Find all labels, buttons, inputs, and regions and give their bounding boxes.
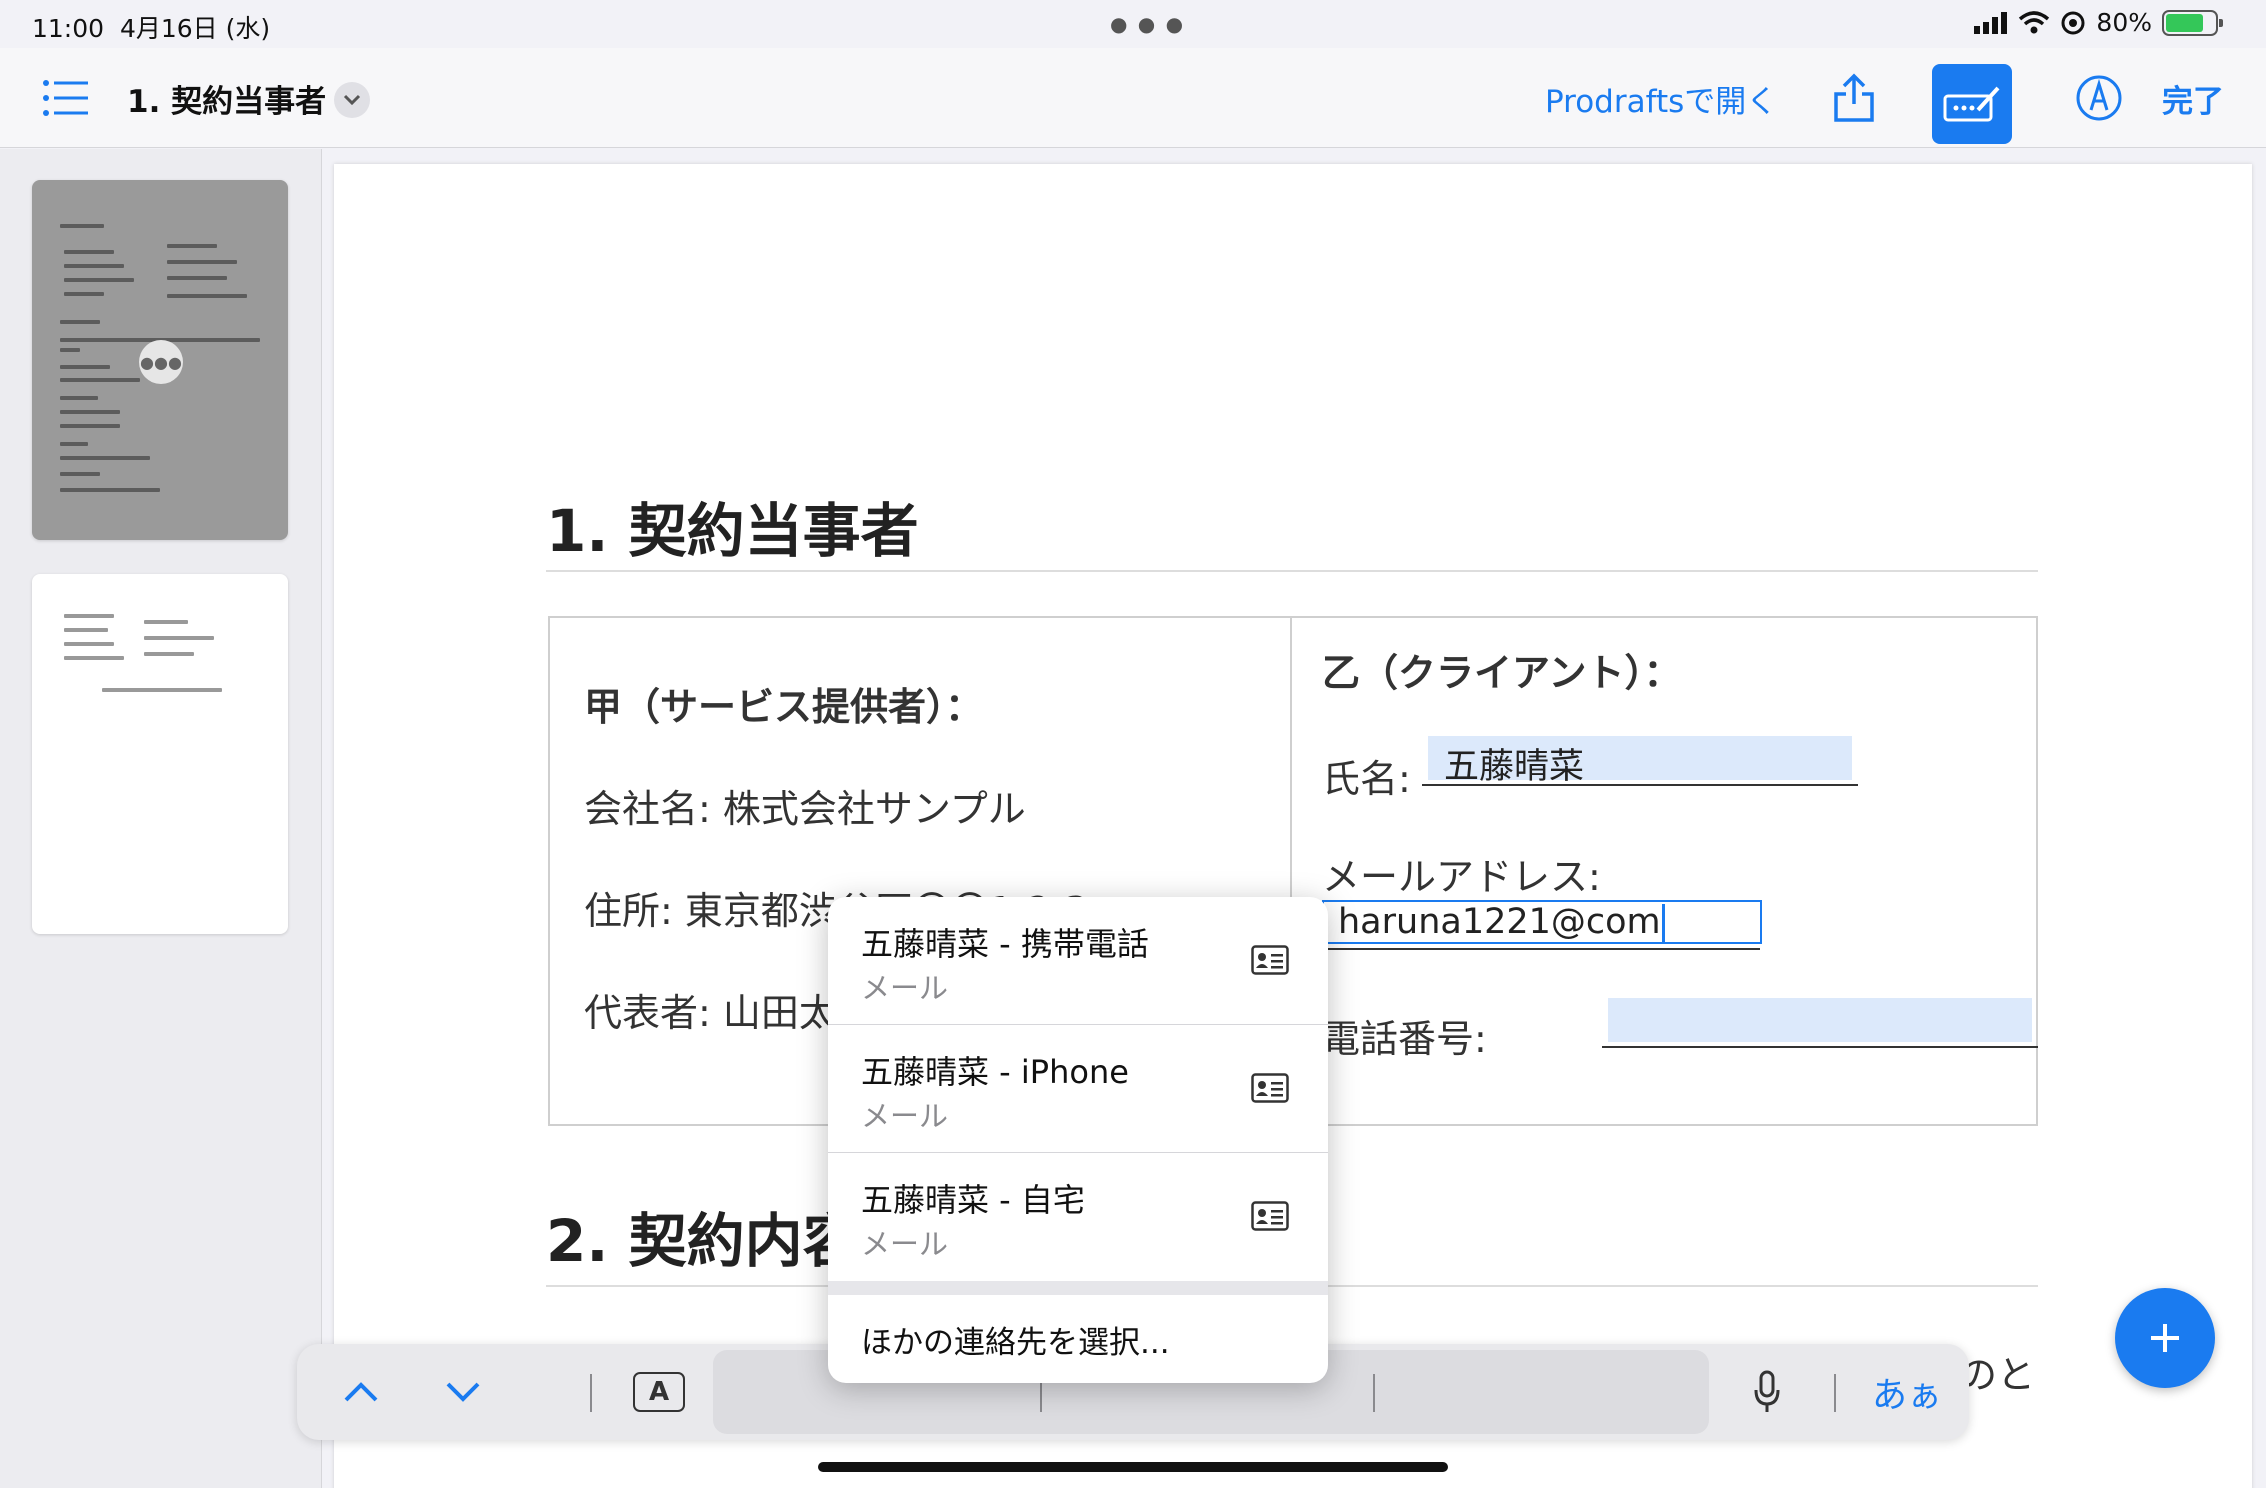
phone-field-fill	[1608, 998, 2032, 1042]
text-caret	[1661, 904, 1665, 942]
autofill-option-type: メール	[861, 1099, 949, 1133]
contact-card-icon	[1251, 1201, 1289, 1231]
name-field-value: 五藤晴菜	[1444, 747, 1585, 787]
status-icons: 80%	[1974, 8, 2223, 37]
phone-label: 電話番号:	[1322, 1017, 1487, 1061]
separator	[1373, 1374, 1375, 1412]
contact-card-icon	[1251, 945, 1289, 975]
text-format-icon: A	[633, 1372, 685, 1412]
party-a-company: 会社名: 株式会社サンプル	[584, 787, 1026, 831]
battery-percent: 80%	[2096, 8, 2152, 37]
previous-field-button[interactable]	[337, 1368, 385, 1416]
autofill-option[interactable]: 五藤晴菜 - 自宅 メール	[828, 1153, 1328, 1281]
microphone-icon	[1754, 1370, 1780, 1412]
add-button[interactable]	[2115, 1288, 2215, 1388]
choose-other-contact-button[interactable]: ほかの連絡先を選択...	[861, 1317, 1170, 1362]
autofill-option-type: メール	[861, 1227, 949, 1261]
cellular-signal-icon	[1974, 11, 2008, 34]
form-pen-icon	[1943, 86, 2000, 122]
page-thumbnail-sidebar: ●●●	[0, 149, 322, 1488]
autofill-option-name: 五藤晴菜 - 自宅	[861, 1181, 1085, 1219]
keyboard-language-button[interactable]: あぁ	[1872, 1368, 1942, 1416]
section-1-rule	[546, 570, 2038, 572]
battery-icon	[2162, 9, 2223, 36]
popup-separator	[828, 1281, 1328, 1295]
party-a-heading: 甲（サービス提供者）：	[584, 685, 984, 729]
multitasking-dots-icon[interactable]: ● ● ●	[1110, 12, 1185, 36]
contact-card-icon	[1251, 1073, 1289, 1103]
page-thumbnail-2[interactable]	[32, 574, 288, 934]
body-text-fragment: のと	[1959, 1353, 2036, 1397]
party-b-heading: 乙（クライアント）：	[1322, 651, 1682, 695]
document-title[interactable]: 1. 契約当事者	[127, 76, 326, 121]
autofill-option-name: 五藤晴菜 - 携帯電話	[861, 925, 1149, 963]
autofill-option[interactable]: 五藤晴菜 - iPhone メール	[828, 1025, 1328, 1153]
email-field-value: haruna1221@com	[1338, 902, 1665, 942]
autofill-option-name: 五藤晴菜 - iPhone	[861, 1053, 1129, 1091]
list-icon[interactable]	[42, 78, 90, 118]
contact-autofill-popup: 五藤晴菜 - 携帯電話 メール 五藤晴菜 - iPhone メール 五藤晴菜 -…	[828, 897, 1328, 1383]
thumbnail-more-icon[interactable]: ●●●	[139, 340, 183, 384]
orientation-lock-icon	[2061, 11, 2085, 34]
home-indicator[interactable]	[818, 1462, 1448, 1472]
chevron-down-icon	[343, 94, 361, 106]
next-field-button[interactable]	[439, 1368, 487, 1416]
section-1-heading: 1. 契約当事者	[546, 497, 919, 565]
separator	[590, 1374, 592, 1412]
separator	[1834, 1374, 1836, 1412]
plus-icon	[2151, 1324, 2179, 1352]
battery-fill	[2166, 13, 2203, 32]
title-menu-button[interactable]	[334, 82, 370, 118]
done-button[interactable]: 完了	[2162, 76, 2224, 121]
markup-pen-icon[interactable]	[2075, 74, 2123, 122]
status-bar: 11:00 4月16日 (水) ● ● ● 80%	[0, 0, 2266, 48]
form-fill-button[interactable]	[1932, 64, 2012, 144]
autofill-option[interactable]: 五藤晴菜 - 携帯電話 メール	[828, 897, 1328, 1025]
name-label: 氏名:	[1322, 757, 1411, 801]
autofill-option-type: メール	[861, 971, 949, 1005]
wifi-icon	[2019, 10, 2050, 33]
section-2-heading: 2. 契約内容	[546, 1207, 861, 1275]
phone-field[interactable]	[1602, 998, 2038, 1048]
chevron-down-icon	[446, 1382, 480, 1402]
share-icon[interactable]	[1832, 72, 1876, 124]
chevron-up-icon	[344, 1382, 378, 1402]
open-in-prodrafts-button[interactable]: Prodraftsで開く	[1545, 76, 1777, 121]
page-thumbnail-1[interactable]: ●●●	[32, 180, 288, 540]
status-time: 11:00 4月16日 (水)	[32, 14, 271, 43]
dictation-button[interactable]	[1747, 1368, 1787, 1416]
text-format-button[interactable]: A	[631, 1368, 687, 1416]
email-label: メールアドレス:	[1322, 855, 1601, 899]
name-field[interactable]: 五藤晴菜	[1422, 736, 1858, 787]
email-field[interactable]: haruna1221@com	[1322, 900, 1762, 950]
top-toolbar: 1. 契約当事者 Prodraftsで開く 完了	[0, 48, 2266, 148]
